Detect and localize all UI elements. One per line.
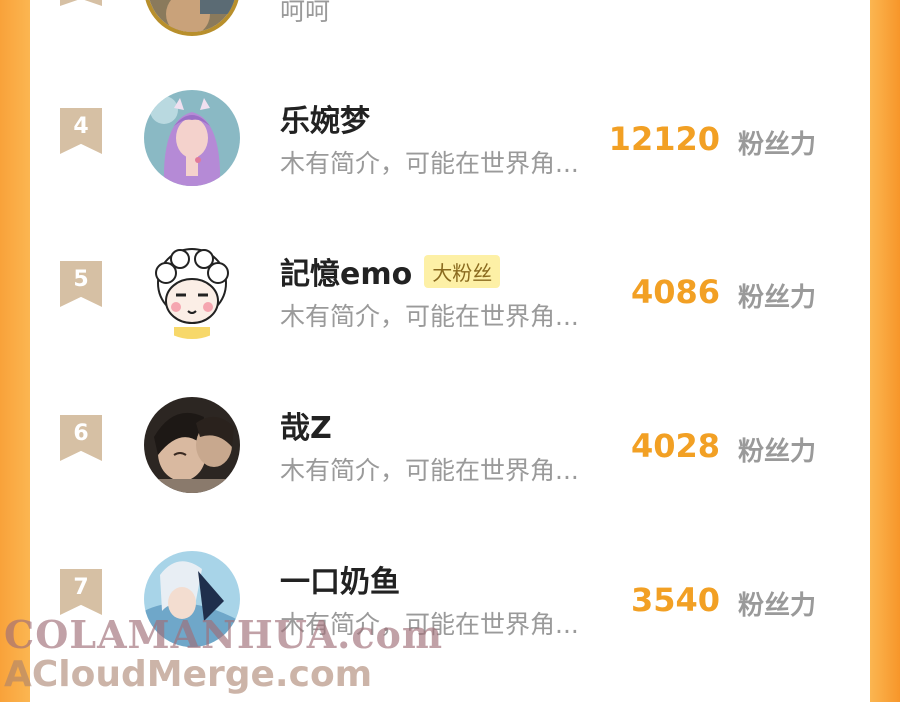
fan-score: 12120	[608, 120, 720, 158]
fan-score-unit: 粉丝力	[738, 437, 817, 467]
fan-score-unit: 粉丝力	[738, 130, 817, 160]
watermark-colamanhua: COLAMANHUA.com	[4, 612, 444, 657]
rank-flag: 4	[60, 108, 102, 154]
fan-score-unit: 粉丝力	[738, 591, 817, 621]
left-accent-bar	[0, 0, 30, 702]
user-name[interactable]: 一口奶鱼	[280, 557, 400, 601]
avatar[interactable]	[144, 0, 240, 36]
fan-score: 3540	[630, 581, 720, 619]
user-name[interactable]: 記憶emo	[280, 249, 412, 293]
rank-flag: 5	[60, 261, 102, 307]
fan-score-unit: 粉丝力	[738, 283, 817, 313]
list-item[interactable]: 5 記憶emo 大粉丝 木有简介，可能在世界角... 4086 粉丝力	[30, 243, 870, 353]
avatar[interactable]	[144, 243, 240, 339]
user-name[interactable]: 乐婉梦	[280, 96, 370, 140]
avatar[interactable]	[144, 90, 240, 186]
list-item[interactable]: 6 哉Z 木有简介，可能在世界角... 4028 粉丝力	[30, 397, 870, 507]
watermark-acloudmerge: ACloudMerge.com	[4, 654, 373, 695]
list-item[interactable]: 4 乐婉梦 木有简介，可能在世界角... 12120 粉丝力	[30, 90, 870, 200]
fan-ranking-list: 呵呵 4 乐婉梦 木有简介，可能在世界角... 12120 粉丝力 5 記憶em…	[30, 0, 870, 702]
fan-score: 4028	[630, 427, 720, 465]
fan-score: 4086	[630, 273, 720, 311]
right-accent-bar	[870, 0, 900, 702]
rank-flag	[60, 0, 102, 6]
user-name[interactable]: 哉Z	[280, 403, 332, 447]
rank-flag: 6	[60, 415, 102, 461]
user-intro: 木有简介，可能在世界角...	[280, 302, 579, 331]
rank-flag: 7	[60, 569, 102, 615]
user-intro: 呵呵	[280, 0, 331, 26]
user-intro: 木有简介，可能在世界角...	[280, 456, 579, 485]
avatar[interactable]	[144, 397, 240, 493]
fan-level-badge: 大粉丝	[424, 254, 501, 288]
user-intro: 木有简介，可能在世界角...	[280, 149, 579, 178]
